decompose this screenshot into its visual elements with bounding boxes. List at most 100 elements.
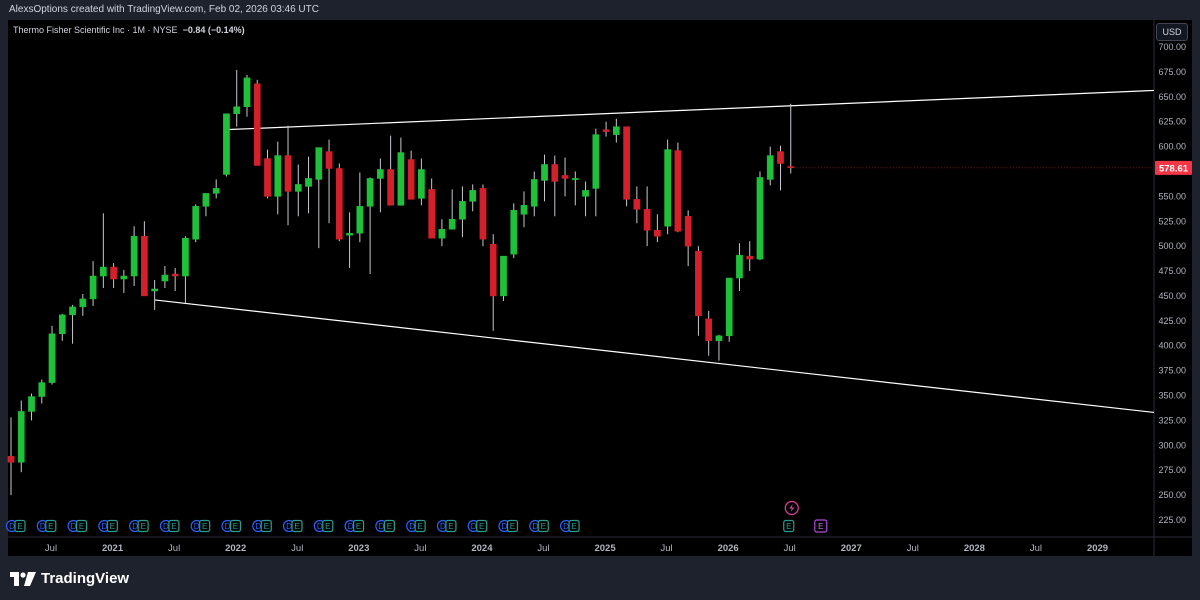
candle[interactable] xyxy=(612,126,620,135)
dividend-badge-label: D xyxy=(409,522,415,531)
candle[interactable] xyxy=(479,188,487,240)
candle[interactable] xyxy=(69,306,76,316)
candle[interactable] xyxy=(305,178,312,187)
candle[interactable] xyxy=(284,155,292,192)
future-earnings-label: E xyxy=(818,522,823,531)
candle[interactable] xyxy=(212,188,220,194)
candle[interactable] xyxy=(551,164,559,182)
candle[interactable] xyxy=(243,77,251,107)
candle[interactable] xyxy=(500,255,507,297)
candle[interactable] xyxy=(654,229,661,237)
candle[interactable] xyxy=(664,149,671,227)
candle[interactable] xyxy=(489,243,497,297)
candle[interactable] xyxy=(459,201,466,220)
earnings-badge-label: E xyxy=(356,522,361,531)
candle[interactable] xyxy=(736,254,743,279)
candle[interactable] xyxy=(561,175,569,179)
candle[interactable] xyxy=(58,314,66,335)
candle[interactable] xyxy=(623,126,630,200)
candle[interactable] xyxy=(274,155,282,197)
candle[interactable] xyxy=(684,216,692,247)
candle[interactable] xyxy=(356,206,364,234)
candlestick-chart[interactable]: 225.00 250.00 275.00 300.00 325.00 350.00 375.… xyxy=(0,0,1200,600)
candle[interactable] xyxy=(407,159,415,200)
candle[interactable] xyxy=(592,134,600,189)
earnings-badge-label: E xyxy=(417,522,422,531)
candle[interactable] xyxy=(110,266,117,280)
trendline[interactable] xyxy=(154,299,1181,416)
candle[interactable] xyxy=(766,155,774,180)
candle[interactable] xyxy=(7,456,15,463)
candle[interactable] xyxy=(633,199,641,210)
candle[interactable] xyxy=(448,219,456,230)
candle[interactable] xyxy=(346,232,353,236)
dividend-badge-label: D xyxy=(440,522,446,531)
candle[interactable] xyxy=(99,266,107,277)
candle[interactable] xyxy=(17,411,25,463)
candle[interactable] xyxy=(325,151,333,169)
candle[interactable] xyxy=(674,150,682,232)
candle[interactable] xyxy=(428,189,436,239)
candle[interactable] xyxy=(777,151,784,164)
candle[interactable] xyxy=(171,273,179,277)
candle[interactable] xyxy=(28,396,35,412)
candle[interactable] xyxy=(294,184,302,192)
candle[interactable] xyxy=(695,250,702,317)
y-tick-label: 450.00 xyxy=(1158,291,1186,301)
candle[interactable] xyxy=(602,129,610,132)
trendline[interactable] xyxy=(226,89,1180,131)
candle[interactable] xyxy=(264,158,271,197)
candle[interactable] xyxy=(397,152,405,206)
candle[interactable] xyxy=(643,209,651,231)
tradingview-logo[interactable]: TradingView xyxy=(10,570,129,587)
candle[interactable] xyxy=(79,298,87,308)
x-tick-label: Jul xyxy=(291,543,303,554)
candle[interactable] xyxy=(725,277,733,337)
candle[interactable] xyxy=(387,169,394,206)
candle[interactable] xyxy=(746,255,754,260)
dividend-badge-label: D xyxy=(378,522,384,531)
candle[interactable] xyxy=(705,318,713,342)
candle[interactable] xyxy=(223,113,230,175)
candle[interactable] xyxy=(182,237,189,277)
currency-button[interactable]: USD xyxy=(1156,23,1188,41)
candle[interactable] xyxy=(253,83,261,166)
candle[interactable] xyxy=(120,275,128,280)
y-tick-label: 475.00 xyxy=(1158,266,1186,276)
tradingview-logo-icon xyxy=(10,571,36,586)
candle[interactable] xyxy=(377,169,384,179)
candle[interactable] xyxy=(438,228,446,239)
candle[interactable] xyxy=(756,177,764,260)
dividend-badge-label: D xyxy=(101,522,107,531)
earnings-badge-label: E xyxy=(479,522,484,531)
candle[interactable] xyxy=(530,179,538,207)
earnings-badge-label: E xyxy=(202,522,207,531)
x-tick-label: 2024 xyxy=(471,543,493,554)
earnings-badge-label: E xyxy=(264,522,269,531)
candle[interactable] xyxy=(315,147,323,180)
candle[interactable] xyxy=(582,190,589,197)
candle[interactable] xyxy=(418,169,425,199)
y-tick-label: 300.00 xyxy=(1158,440,1186,450)
candle[interactable] xyxy=(161,274,169,282)
x-tick-label: 2021 xyxy=(102,543,124,554)
candle[interactable] xyxy=(89,275,97,300)
candle[interactable] xyxy=(48,333,56,383)
candle[interactable] xyxy=(335,168,343,240)
candle[interactable] xyxy=(520,205,528,215)
candle[interactable] xyxy=(192,206,200,240)
candle[interactable] xyxy=(510,210,518,255)
candle[interactable] xyxy=(571,178,579,180)
candle[interactable] xyxy=(366,178,374,207)
y-tick-label: 525.00 xyxy=(1158,216,1186,226)
candle[interactable] xyxy=(715,335,723,342)
candle[interactable] xyxy=(202,193,210,207)
candle[interactable] xyxy=(38,382,46,397)
candle[interactable] xyxy=(151,288,158,292)
candle[interactable] xyxy=(233,106,241,114)
candle[interactable] xyxy=(787,166,795,168)
candle[interactable] xyxy=(130,235,138,277)
candle[interactable] xyxy=(541,164,548,181)
candle[interactable] xyxy=(141,235,148,297)
candle[interactable] xyxy=(469,190,477,202)
